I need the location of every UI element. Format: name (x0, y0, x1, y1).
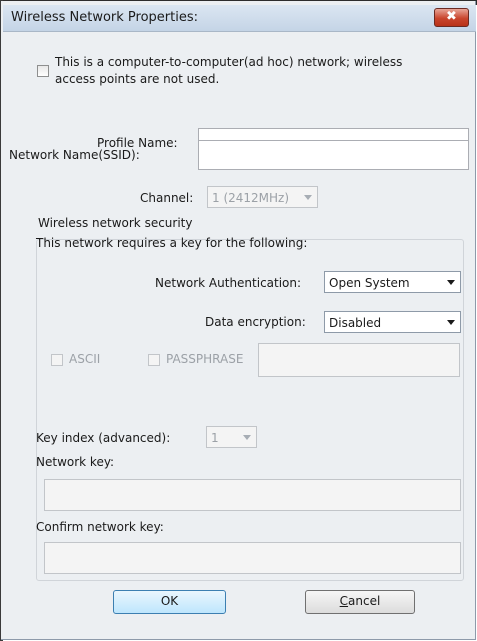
network-auth-label: Network Authentication: (155, 276, 302, 290)
cancel-mnemonic: C (339, 594, 349, 608)
close-icon: ✖ (446, 9, 457, 24)
channel-value: 1 (2412MHz) (212, 191, 290, 205)
key-index-value: 1 (211, 431, 219, 445)
passphrase-label: PASSPHRASE (166, 352, 244, 366)
data-encryption-label: Data encryption: (205, 315, 306, 329)
confirm-key-input[interactable] (44, 542, 461, 574)
key-index-label: Key index (advanced): (36, 431, 171, 445)
key-index-select[interactable]: 1 (206, 426, 257, 448)
adhoc-label-line1: This is a computer-to-computer(ad hoc) n… (55, 55, 403, 69)
data-encryption-value: Disabled (329, 316, 382, 330)
data-encryption-select[interactable]: Disabled (324, 311, 461, 333)
passphrase-checkbox[interactable] (148, 354, 160, 366)
passphrase-input[interactable] (258, 343, 460, 377)
ascii-checkbox[interactable] (51, 354, 63, 366)
confirm-key-label: Confirm network key: (36, 520, 164, 534)
adhoc-label-line2: access points are not used. (55, 72, 220, 86)
adhoc-checkbox[interactable] (37, 65, 49, 77)
ascii-label: ASCII (69, 352, 101, 366)
chevron-down-icon (243, 435, 251, 440)
cancel-button[interactable]: Cancel (305, 590, 415, 614)
ssid-input[interactable] (198, 140, 469, 170)
security-group-label: Wireless network security (38, 216, 196, 230)
close-button[interactable]: ✖ (434, 8, 469, 27)
window-title: Wireless Network Properties: (11, 10, 199, 25)
ssid-label: Network Name(SSID): (9, 148, 140, 162)
ok-button-label: OK (160, 594, 179, 608)
title-bar[interactable]: Wireless Network Properties: ✖ (3, 5, 476, 32)
cancel-button-label: ancel (348, 594, 381, 608)
channel-label: Channel: (140, 191, 194, 205)
chevron-down-icon (304, 195, 312, 200)
channel-select[interactable]: 1 (2412MHz) (207, 186, 318, 208)
network-key-label: Network key: (36, 455, 115, 469)
chevron-down-icon (447, 280, 455, 285)
network-auth-select[interactable]: Open System (324, 271, 461, 293)
chevron-down-icon (447, 320, 455, 325)
network-key-input[interactable] (44, 479, 461, 511)
ok-button[interactable]: OK (113, 590, 226, 614)
security-intro: This network requires a key for the foll… (36, 236, 308, 250)
network-auth-value: Open System (329, 276, 410, 290)
